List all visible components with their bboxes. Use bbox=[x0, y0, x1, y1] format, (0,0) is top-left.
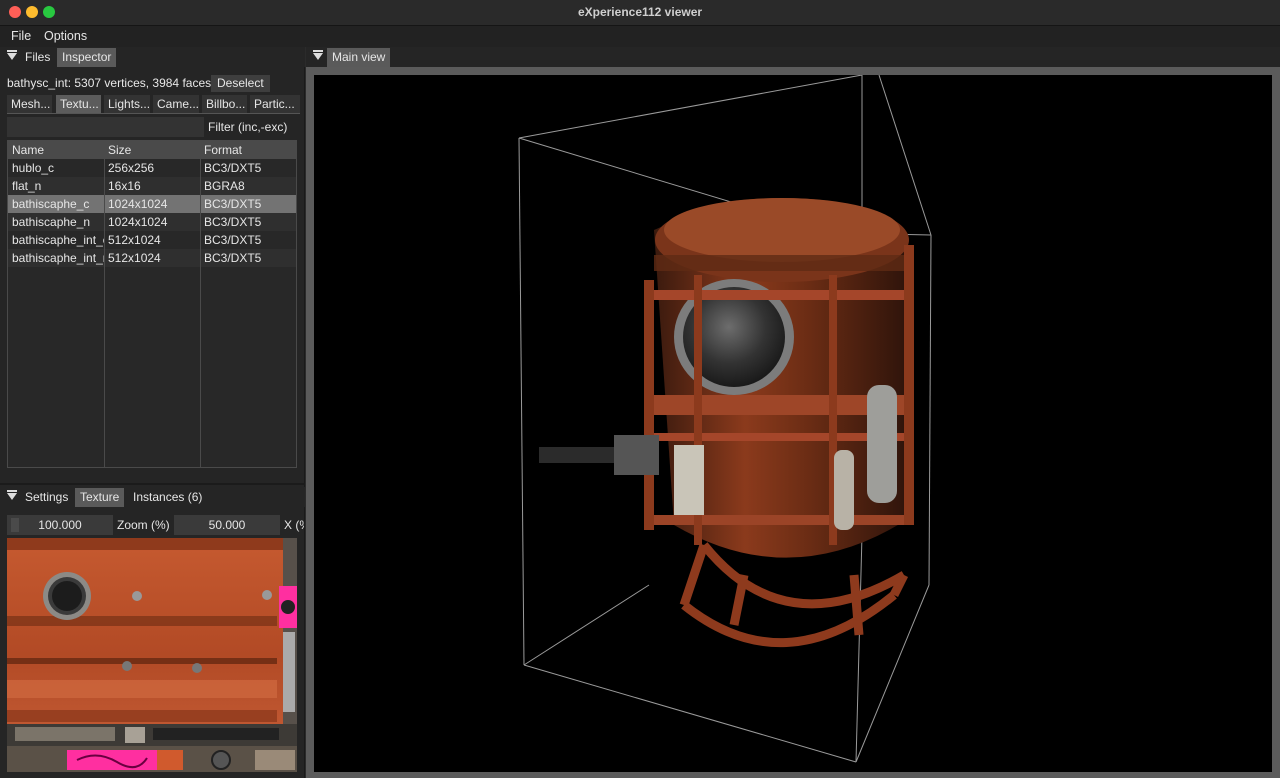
subtab-lights[interactable]: Lights... bbox=[104, 95, 150, 113]
mesh-info: bathysc_int: 5307 vertices, 3984 faces bbox=[7, 76, 212, 90]
column-divider[interactable] bbox=[104, 141, 105, 467]
tab-files[interactable]: Files bbox=[20, 48, 55, 67]
x-offset-value: 50.000 bbox=[208, 518, 246, 532]
cell-format: BC3/DXT5 bbox=[204, 215, 262, 229]
bottom-tab-row: Settings Texture Instances (6) bbox=[0, 487, 305, 507]
tab-inspector[interactable]: Inspector bbox=[57, 48, 117, 67]
cell-name: bathiscaphe_n bbox=[12, 215, 91, 229]
cell-format: BGRA8 bbox=[204, 179, 245, 193]
title-bar: eXperience112 viewer bbox=[0, 0, 1280, 26]
main-tab-row: Main view bbox=[306, 47, 1280, 67]
subtab-billboards[interactable]: Billbo... bbox=[202, 95, 247, 113]
menu-options[interactable]: Options bbox=[44, 29, 87, 43]
subtab-mesh[interactable]: Mesh... bbox=[7, 95, 52, 113]
cell-name: flat_n bbox=[12, 179, 42, 193]
subtab-particles[interactable]: Partic... bbox=[250, 95, 300, 113]
left-panel: Files Inspector bathysc_int: 5307 vertic… bbox=[0, 47, 305, 778]
column-header-name[interactable]: Name bbox=[12, 143, 44, 157]
zoom-field[interactable]: 100.000 bbox=[7, 515, 113, 535]
column-header-format[interactable]: Format bbox=[204, 143, 242, 157]
panel-splitter[interactable] bbox=[0, 483, 305, 485]
zoom-value: 100.000 bbox=[38, 518, 82, 532]
table-row[interactable]: bathiscaphe_n 1024x1024 BC3/DXT5 bbox=[8, 213, 296, 231]
texture-image bbox=[7, 538, 297, 772]
3d-viewport[interactable] bbox=[314, 75, 1272, 772]
subtab-cameras[interactable]: Came... bbox=[153, 95, 199, 113]
cell-format: BC3/DXT5 bbox=[204, 197, 262, 211]
viewport-frame bbox=[306, 67, 1280, 778]
cell-format: BC3/DXT5 bbox=[204, 161, 262, 175]
table-row[interactable]: bathiscaphe_int_c 512x1024 BC3/DXT5 bbox=[8, 231, 296, 249]
collapse-triangle-icon[interactable] bbox=[7, 490, 17, 500]
table-row[interactable]: hublo_c 256x256 BC3/DXT5 bbox=[8, 159, 296, 177]
tab-settings[interactable]: Settings bbox=[20, 488, 73, 507]
texture-preview[interactable] bbox=[7, 538, 297, 772]
bathyscaphe-model bbox=[518, 75, 932, 763]
cell-size: 512x1024 bbox=[108, 251, 161, 265]
window-title: eXperience112 viewer bbox=[577, 5, 703, 19]
table-row-selected[interactable]: bathiscaphe_c 1024x1024 BC3/DXT5 bbox=[8, 195, 296, 213]
menu-file[interactable]: File bbox=[11, 29, 31, 43]
x-offset-label: X (%) bbox=[284, 518, 304, 532]
cell-size: 512x1024 bbox=[108, 233, 161, 247]
column-divider[interactable] bbox=[200, 141, 201, 467]
inspector-subtabs: Mesh... Textu... Lights... Came... Billb… bbox=[7, 95, 300, 114]
menu-bar: File Options bbox=[0, 26, 1280, 47]
tab-texture[interactable]: Texture bbox=[75, 488, 125, 507]
cell-size: 256x256 bbox=[108, 161, 155, 175]
column-header-size[interactable]: Size bbox=[108, 143, 131, 157]
drag-grip-icon[interactable] bbox=[11, 518, 19, 532]
cell-size: 1024x1024 bbox=[108, 215, 168, 229]
cell-format: BC3/DXT5 bbox=[204, 251, 262, 265]
cell-name: bathiscaphe_int_c bbox=[12, 233, 104, 247]
cell-name: bathiscaphe_int_n bbox=[12, 251, 104, 265]
table-row[interactable]: flat_n 16x16 BGRA8 bbox=[8, 177, 296, 195]
tab-instances[interactable]: Instances (6) bbox=[128, 488, 207, 507]
zoom-label: Zoom (%) bbox=[117, 518, 170, 532]
cell-size: 16x16 bbox=[108, 179, 141, 193]
cell-format: BC3/DXT5 bbox=[204, 233, 262, 247]
tab-main-view[interactable]: Main view bbox=[327, 48, 391, 67]
cell-name: hublo_c bbox=[12, 161, 55, 175]
table-row[interactable]: bathiscaphe_int_n 512x1024 BC3/DXT5 bbox=[8, 249, 296, 267]
cell-name: bathiscaphe_c bbox=[12, 197, 90, 211]
collapse-triangle-icon[interactable] bbox=[313, 50, 323, 60]
left-tab-row: Files Inspector bbox=[0, 47, 305, 67]
subtab-divider bbox=[7, 113, 300, 114]
main-panel: Main view bbox=[306, 47, 1280, 778]
subtab-textures[interactable]: Textu... bbox=[56, 95, 101, 113]
filter-input[interactable] bbox=[7, 117, 204, 137]
filter-label: Filter (inc,-exc) bbox=[208, 120, 288, 134]
cell-size: 1024x1024 bbox=[108, 197, 168, 211]
x-offset-field[interactable]: 50.000 bbox=[174, 515, 280, 535]
deselect-button[interactable]: Deselect bbox=[211, 75, 270, 92]
texture-table: Name Size Format hublo_c 256x256 BC3/DXT… bbox=[7, 140, 297, 468]
collapse-triangle-icon[interactable] bbox=[7, 50, 17, 60]
table-header: Name Size Format bbox=[8, 141, 296, 159]
